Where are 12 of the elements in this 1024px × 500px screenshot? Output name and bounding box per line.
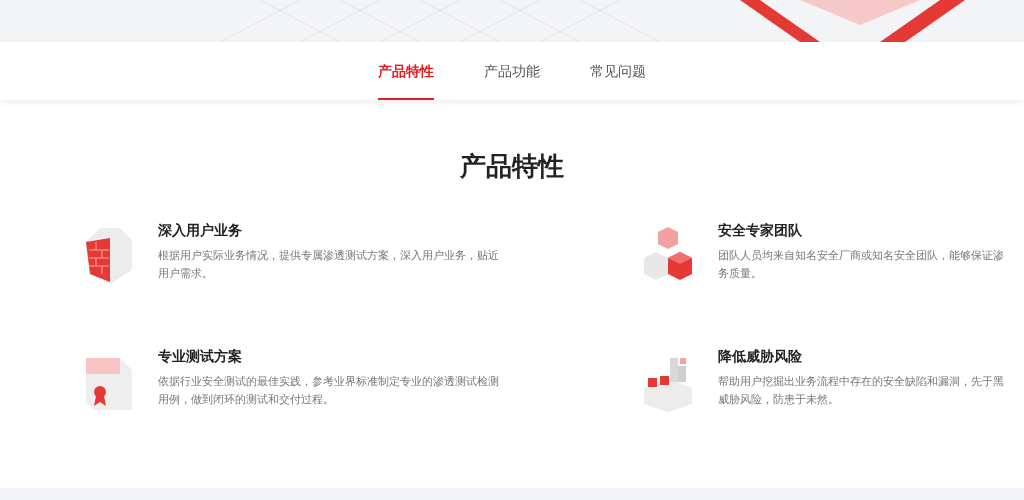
tab[interactable]: 产品特性 [378, 42, 434, 100]
section-title: 产品特性 [459, 150, 565, 183]
feature-title: 降低威胁风险 [718, 347, 803, 366]
feature-title: 深入用户业务 [158, 221, 243, 240]
tab[interactable]: 产品功能 [484, 42, 540, 100]
feature-description: 帮助用户挖掘出业务流程中存在的安全缺陷和漏洞，先于黑 威胁风险，防患于未然。 [718, 374, 1004, 407]
feature-title: 专业测试方案 [158, 347, 243, 366]
tab[interactable]: 常见问题 [590, 42, 646, 100]
feature-description: 依据行业安全测试的最佳实践，参考业界标准制定专业的渗透测试检测 用例，做到闭环的测试和交付过程。 [158, 374, 499, 407]
feature-description: 团队人员均来自知名安全厂商或知名安全团队，能够保证渗 务质量。 [718, 248, 1004, 281]
feature-description: 根据用户实际业务情况，提供专属渗透测试方案，深入用户业务，贴近 用户需求。 [158, 248, 499, 281]
feature-title: 安全专家团队 [718, 221, 803, 240]
